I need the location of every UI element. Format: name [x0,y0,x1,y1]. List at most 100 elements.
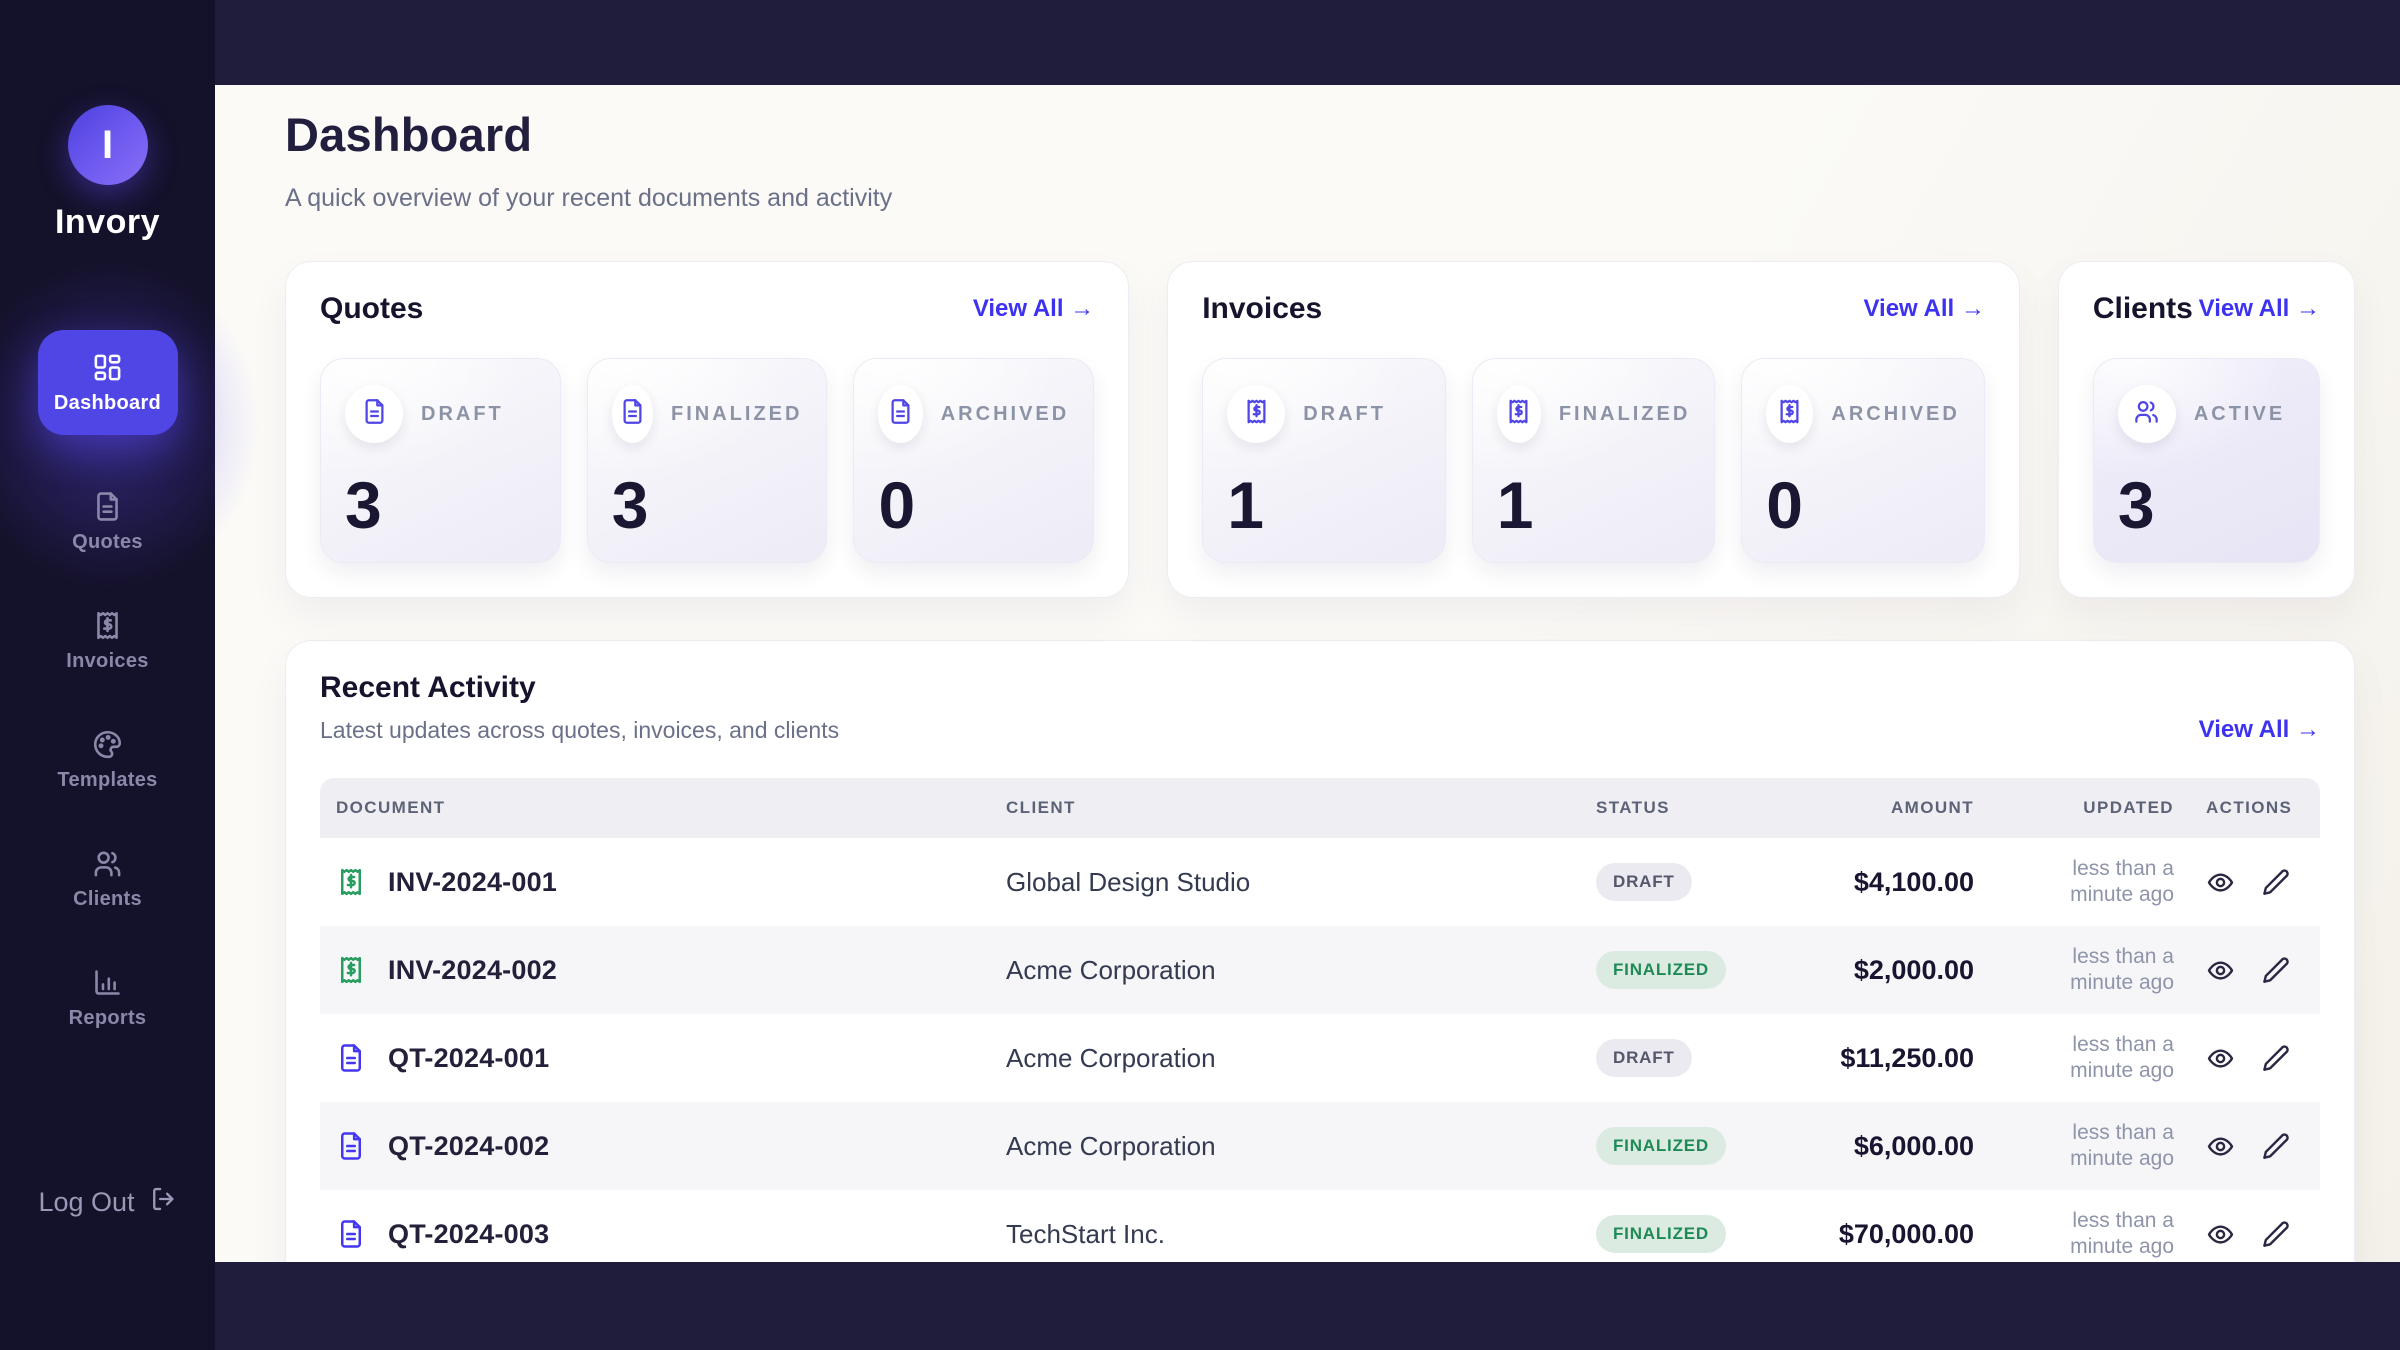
summary-card-quotes: QuotesView All →DRAFT3FINALIZED3ARCHIVED… [285,261,1129,598]
table-row: INV-2024-001Global Design Studio DRAFT $4,… [320,838,2320,926]
table-row: QT-2024-002 Acme Corporation FINALIZED $6,0… [320,1102,2320,1190]
dashboard-icon [92,352,123,383]
actions-cell [2190,1044,2320,1073]
document-cell: INV-2024-001 [320,867,990,898]
status-cell: DRAFT [1580,863,1780,901]
edit-action-button[interactable] [2261,1132,2290,1161]
sidebar-item-label: Clients [73,888,142,911]
logout-icon [149,1185,177,1220]
sidebar-item-quotes[interactable]: Quotes [72,491,143,554]
view-all-link-invoices[interactable]: View All → [1863,295,1984,323]
stat-value: 1 [1227,467,1421,543]
recent-activity-header: Recent Activity Latest updates across qu… [320,671,2320,744]
stat-label: FINALIZED [1559,403,1690,426]
receipt-icon [336,955,366,985]
view-all-link-activity[interactable]: View All → [2199,716,2320,744]
view-action-button[interactable] [2206,956,2235,985]
main-content: Dashboard A quick overview of your recen… [215,85,2400,1262]
amount-value: $6,000.00 [1780,1131,1990,1162]
status-cell: DRAFT [1580,1039,1780,1077]
sidebar-item-label: Dashboard [54,392,161,415]
edit-action-button[interactable] [2261,868,2290,897]
view-all-link-quotes[interactable]: View All → [973,295,1094,323]
table-row: QT-2024-001Acme CorporationDRAFT$11,250.… [320,1014,2320,1102]
receipt-icon [92,610,123,641]
stat-tile-clients-active: ACTIVE3 [2093,358,2320,563]
stat-label: FINALIZED [671,403,802,426]
sidebar-item-label: Invoices [66,650,148,673]
document-cell: QT-2024-003 [320,1219,990,1250]
actions-cell [2190,1132,2320,1161]
sidebar-item-label: Quotes [72,531,143,554]
edit-action-button[interactable] [2261,956,2290,985]
view-action-button[interactable] [2206,868,2235,897]
status-badge: FINALIZED [1596,1127,1726,1165]
client-name: Acme Corporation [990,1131,1580,1162]
stat-icon-circle [1497,385,1541,443]
logout-button[interactable]: Log Out [0,1185,215,1220]
page-title: Dashboard [285,107,2355,162]
card-header: QuotesView All → [320,292,1094,326]
sidebar-item-invoices[interactable]: Invoices [66,610,148,673]
card-header: ClientsView All → [2093,292,2320,326]
stat-label: ARCHIVED [1831,403,1959,426]
brand-logo: I [68,105,148,185]
status-badge: FINALIZED [1596,951,1726,989]
stat-icon-circle [878,385,922,443]
stat-value: 1 [1497,467,1691,543]
brand-name: Invory [55,203,160,242]
client-name: Global Design Studio [990,867,1580,898]
column-header-client: CLIENT [990,778,1580,838]
amount-value: $70,000.00 [1780,1219,1990,1250]
file-text-icon [336,1219,366,1249]
sidebar-item-dashboard[interactable]: Dashboard [38,330,178,435]
updated-time: less than a minute ago [1990,1032,2190,1085]
stat-value: 0 [1766,467,1960,543]
stat-value: 3 [612,467,803,543]
document-cell: INV-2024-002 [320,955,990,986]
table-row: QT-2024-003TechStart Inc.FINALIZED$70,00… [320,1190,2320,1262]
updated-time: less than a minute ago [1990,1208,2190,1261]
sidebar-item-reports[interactable]: Reports [69,967,147,1030]
receipt-icon [1243,398,1270,430]
document-id: QT-2024-003 [388,1219,549,1250]
file-text-icon [336,1043,366,1073]
stat-label: DRAFT [421,403,504,426]
amount-value: $4,100.00 [1780,867,1990,898]
view-action-button[interactable] [2206,1132,2235,1161]
status-badge: DRAFT [1596,863,1692,901]
page-subtitle: A quick overview of your recent document… [285,184,2355,213]
file-text-icon [92,491,123,522]
stat-tile-top: FINALIZED [1497,385,1691,443]
document-id: QT-2024-002 [388,1131,549,1162]
actions-cell [2190,868,2320,897]
stat-tile-invoices-archived: ARCHIVED 0 [1741,358,1985,563]
column-header-document: DOCUMENT [320,778,990,838]
palette-icon [92,729,123,760]
users-icon [2133,398,2160,430]
view-action-button[interactable] [2206,1044,2235,1073]
actions-cell [2190,1220,2320,1249]
stat-tile-top: FINALIZED [612,385,803,443]
sidebar-item-templates[interactable]: Templates [57,729,157,792]
receipt-icon [1776,398,1803,430]
stat-value: 3 [2118,467,2295,543]
stat-tiles: ACTIVE3 [2093,358,2320,563]
file-text-icon [336,1131,366,1161]
stat-tiles: DRAFT1FINALIZED1ARCHIVED0 [1202,358,1985,563]
stat-tile-quotes-archived: ARCHIVED0 [853,358,1094,563]
edit-action-button[interactable] [2261,1044,2290,1073]
summary-card-invoices: InvoicesView All →DRAFT1FINALIZED1ARCHIV… [1167,261,2020,598]
status-badge: DRAFT [1596,1039,1692,1077]
summary-card-clients: ClientsView All → ACTIVE3 [2058,261,2355,598]
users-icon [92,848,123,879]
edit-action-button[interactable] [2261,1220,2290,1249]
sidebar-item-clients[interactable]: Clients [73,848,142,911]
receipt-icon [336,867,366,897]
summary-cards-row: QuotesView All → DRAFT 3 FINALIZED 3 ARCHIVED… [285,261,2355,598]
view-action-button[interactable] [2206,1220,2235,1249]
sidebar-item-label: Templates [57,769,157,792]
document-cell: QT-2024-001 [320,1043,990,1074]
card-header: InvoicesView All → [1202,292,1985,326]
view-all-link-clients[interactable]: View All → [2199,295,2320,323]
